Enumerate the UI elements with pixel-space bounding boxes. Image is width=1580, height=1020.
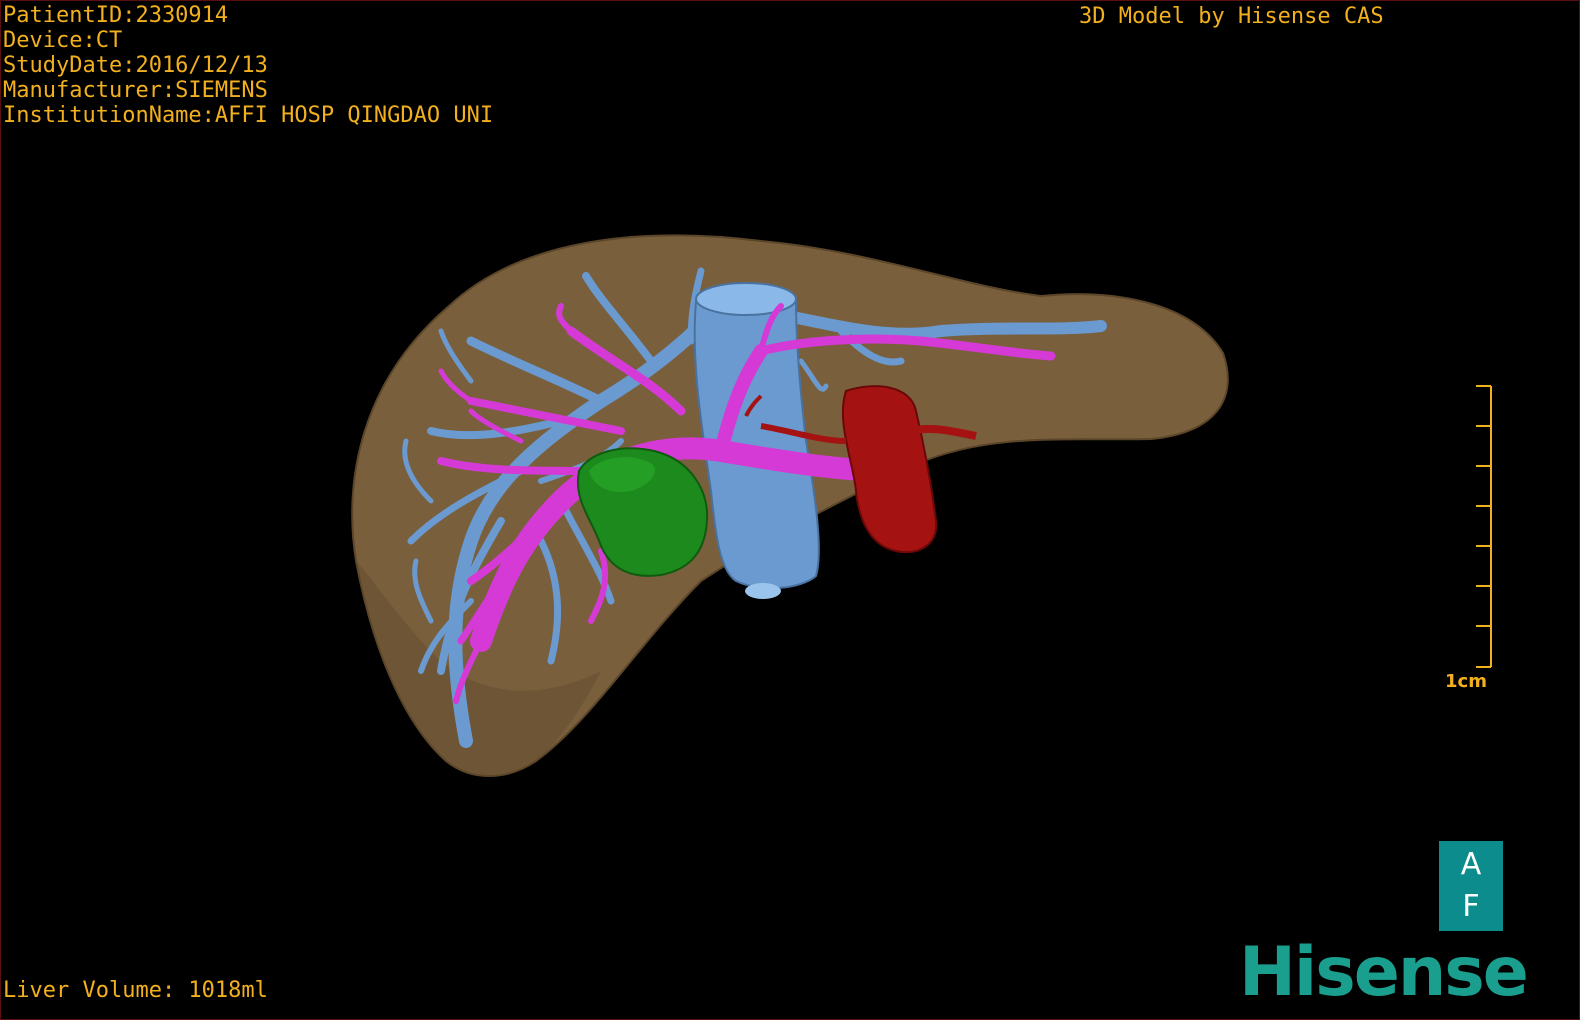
liver-volume-readout: Liver Volume: 1018ml (3, 978, 268, 1003)
institution-name: InstitutionName:AFFI HOSP QINGDAO UNI (3, 103, 494, 128)
patient-id: PatientID:2330914 (3, 3, 229, 28)
scale-bar (1476, 385, 1492, 668)
hisense-logo: Hisense (1239, 933, 1529, 1012)
orientation-anterior-label: A (1460, 847, 1482, 882)
3d-viewport[interactable]: PatientID:2330914 Device:CT StudyDate:20… (0, 0, 1580, 1020)
device: Device:CT (3, 28, 123, 53)
liver-3d-model[interactable] (1, 1, 1579, 1019)
study-date: StudyDate:2016/12/13 (3, 53, 268, 78)
manufacturer: Manufacturer:SIEMENS (3, 78, 268, 103)
orientation-foot-label: F (1462, 889, 1480, 924)
dicom-info-overlay: PatientID:2330914 Device:CT StudyDate:20… (3, 3, 493, 128)
model-watermark: 3D Model by Hisense CAS (1079, 4, 1384, 29)
scale-bar-label: 1cm (1445, 671, 1487, 692)
orientation-cube[interactable]: A F (1439, 841, 1503, 931)
